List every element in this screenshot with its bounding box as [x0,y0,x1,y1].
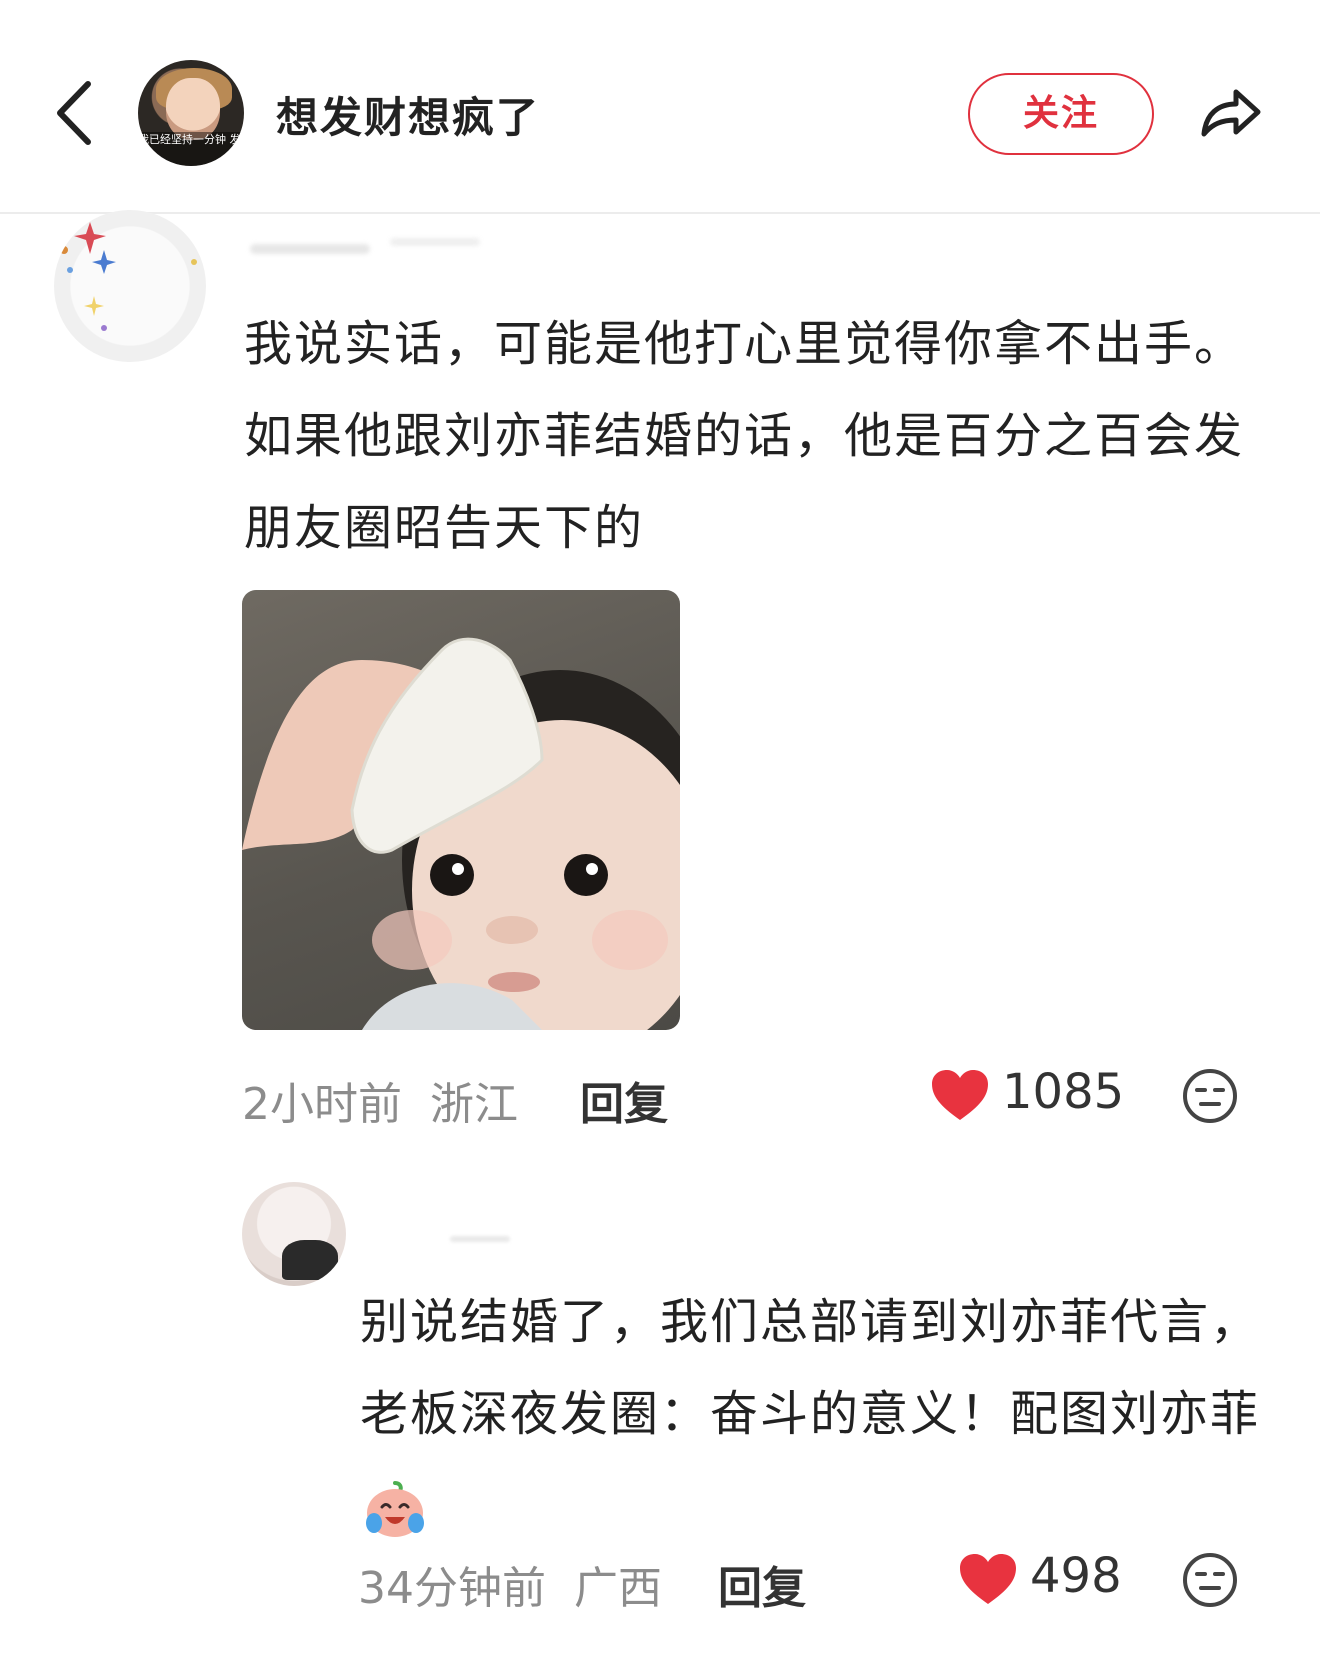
reply-comment-time: 34分钟前 广西 [358,1552,662,1616]
heart-icon [960,1554,1016,1604]
like-count: 498 [1030,1548,1122,1604]
author-name[interactable]: 想发财想疯了 [276,84,540,145]
top-bar: 我已经坚持一分钟 发疯了！ 想发财想疯了 关注 [0,0,1320,206]
header-divider [0,212,1320,214]
neutral-face-icon [1183,1069,1237,1123]
commenter-name-redacted[interactable] [240,210,530,264]
like-button[interactable]: 1085 [930,1064,1140,1124]
like-button[interactable]: 498 [958,1548,1138,1608]
back-button[interactable] [50,78,100,148]
commenter-avatar[interactable] [54,210,206,362]
share-arrow-icon [1201,89,1261,137]
location-text: 广西 [574,1563,662,1614]
follow-button[interactable]: 关注 [968,73,1154,155]
avatar-face [166,78,220,140]
time-text: 2小时前 [242,1079,402,1130]
avatar-caption: 我已经坚持一分钟 发疯了！ [138,132,244,166]
reply-text: 别说结婚了，我们总部请到刘亦菲代言，老板深夜发圈：奋斗的意义！配图刘亦菲 [360,1294,1261,1442]
like-count: 1085 [1002,1064,1125,1120]
comment-detail-page: 我已经坚持一分钟 发疯了！ 想发财想疯了 关注 我说实话，可能是他打心里觉得你拿… [0,0,1320,1663]
time-text: 34分钟前 [358,1563,546,1614]
heart-icon [932,1070,988,1120]
chevron-left-icon [57,81,91,145]
share-button[interactable] [1196,80,1266,144]
react-emoji-button[interactable] [1180,1550,1240,1610]
redacted-text [390,238,480,246]
comment-time: 2小时前 浙江 [242,1068,518,1132]
react-emoji-button[interactable] [1180,1066,1240,1126]
avatar-detail [282,1240,338,1280]
author-avatar[interactable]: 我已经坚持一分钟 发疯了！ [138,60,244,166]
comment-image-baby[interactable] [242,590,680,1030]
reply-comment-text: 别说结婚了，我们总部请到刘亦菲代言，老板深夜发圈：奋斗的意义！配图刘亦菲 [360,1276,1260,1552]
neutral-face-icon [1183,1553,1237,1607]
reply-button[interactable]: 回复 [580,1068,668,1132]
redacted-text [450,1236,510,1242]
redacted-text [250,244,370,254]
reply-commenter-avatar[interactable] [242,1182,346,1286]
baby-photo [242,637,680,1030]
location-text: 浙江 [430,1079,518,1130]
reply-commenter-name-redacted[interactable] [370,1214,570,1254]
reply-button[interactable]: 回复 [718,1552,806,1616]
laughing-crying-emoji-icon [366,1481,424,1537]
sparkle-decoration [60,222,197,331]
comment-text: 我说实话，可能是他打心里觉得你拿不出手。如果他跟刘亦菲结婚的话，他是百分之百会发… [244,316,1245,556]
